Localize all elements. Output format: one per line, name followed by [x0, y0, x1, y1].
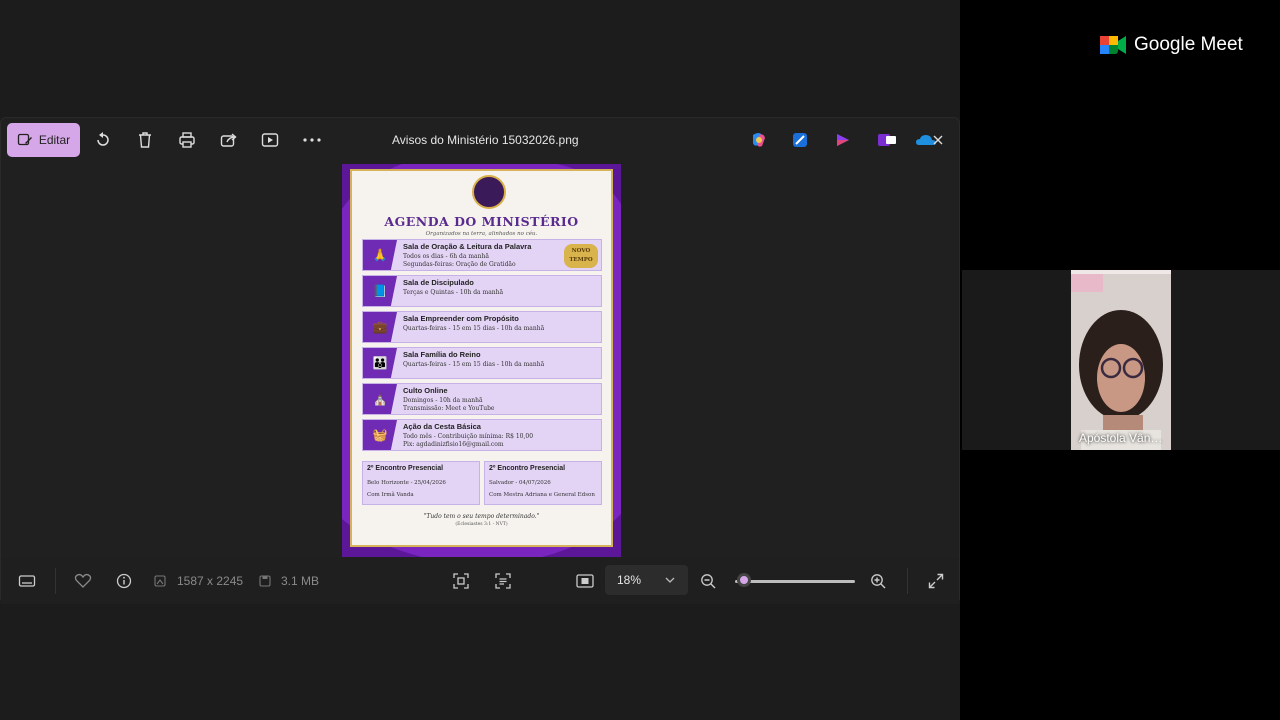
participant-name: Apóstola Vân… [1079, 431, 1163, 445]
agenda-row-title: Ação da Cesta Básica [403, 422, 481, 431]
agenda-row: 👪 Sala Família do Reino Quartas-feiras -… [362, 347, 602, 379]
agenda-row: 🧺 Ação da Cesta Básica Todo mês - Contri… [362, 419, 602, 451]
poster-quote-ref: (Eclesiastes 3:1 - NVT) [455, 522, 508, 527]
favorite-heart-icon[interactable] [74, 572, 92, 590]
google-meet-logo: Google Meet [1100, 34, 1243, 56]
poster-quote: "Tudo tem o seu tempo determinado." [423, 513, 540, 520]
agenda-row-line: Terças e Quintas - 10h da manhã [403, 289, 504, 296]
encontro-title: 2º Encontro Presencial [367, 465, 444, 472]
praying-hands-icon: 🙏 [363, 240, 397, 270]
rotate-icon[interactable] [93, 130, 113, 150]
zoom-slider-track[interactable] [735, 580, 855, 583]
chevron-down-icon [665, 577, 675, 583]
slideshow-icon[interactable] [260, 130, 280, 150]
delete-icon[interactable] [135, 130, 155, 150]
agenda-row-title: Sala de Discipulado [403, 278, 474, 287]
fullscreen-icon[interactable] [927, 572, 945, 590]
encontro-place: Belo Horizonte - 25/04/2026 [367, 480, 446, 486]
agenda-row-line: Quartas-feiras - 15 em 15 dias - 10h da … [403, 361, 545, 368]
agenda-row-line: Domingos - 10h da manhã [403, 397, 483, 404]
viewer-bottom-bar: 1587 x 2245 3.1 MB 18% [1, 558, 959, 604]
agenda-row-line: Quartas-feiras - 15 em 15 dias - 10h da … [403, 325, 545, 332]
agenda-row-line: Segundas-feiras: Oração de Gratidão [403, 261, 516, 268]
agenda-row: ⛪ Culto Online Domingos - 10h da manhã T… [362, 383, 602, 415]
file-size-icon [258, 572, 272, 590]
displayed-image: AGENDA DO MINISTÉRIO Organizados na terr… [342, 164, 621, 557]
scan-text-icon[interactable] [494, 572, 512, 590]
zoom-level-dropdown[interactable]: 18% [605, 565, 688, 595]
family-icon: 👪 [363, 348, 397, 378]
onenote-icon[interactable] [876, 131, 898, 149]
zoom-out-icon[interactable] [699, 572, 717, 590]
briefcase-icon: 💼 [363, 312, 397, 342]
encontro-card: 2º Encontro Presencial Salvador - 04/07/… [484, 461, 602, 505]
photos-viewer-window: Editar Avisos do Ministério 15032026.png [0, 117, 960, 604]
agenda-row: 🙏 Sala de Oração & Leitura da Palavra To… [362, 239, 602, 271]
agenda-row-line: Transmissão: Meet e YouTube [403, 405, 495, 412]
image-dimensions: 1587 x 2245 [177, 574, 244, 588]
print-icon[interactable] [177, 130, 197, 150]
agenda-row-title: Sala de Oração & Leitura da Palavra [403, 242, 532, 251]
novo-tempo-badge: NOVO TEMPO [564, 244, 598, 268]
encontro-card: 2º Encontro Presencial Belo Horizonte - … [362, 461, 480, 505]
poster-title: AGENDA DO MINISTÉRIO [384, 214, 579, 229]
separator [907, 568, 908, 594]
encontro-host: Com Irmã Vanda [367, 492, 414, 498]
edit-image-icon [17, 133, 32, 146]
basket-icon: 🧺 [363, 420, 397, 450]
encontro-host: Com Mestra Adriana e General Edson [489, 492, 595, 498]
participant-video [1071, 270, 1171, 450]
separator [55, 568, 56, 594]
filmstrip-icon[interactable] [18, 572, 36, 590]
copilot-icon[interactable] [750, 131, 768, 149]
zoom-slider-thumb[interactable] [736, 573, 751, 587]
actual-size-icon[interactable] [576, 572, 594, 590]
meet-brand-label: Google Meet [1134, 34, 1243, 55]
edit-label: Editar [38, 133, 71, 147]
google-meet-icon [1100, 36, 1126, 54]
agenda-row: 💼 Sala Empreender com Propósito Quartas-… [362, 311, 602, 343]
agenda-row-line: Todo mês - Contribuição mínima: R$ 10,00 [403, 433, 534, 440]
zoom-value: 18% [617, 573, 642, 587]
agenda-row-title: Sala Família do Reino [403, 350, 481, 359]
encontro-title: 2º Encontro Presencial [489, 465, 566, 472]
fit-to-window-icon[interactable] [452, 572, 470, 590]
church-icon: ⛪ [363, 384, 397, 414]
close-icon[interactable] [931, 131, 945, 149]
poster-body: AGENDA DO MINISTÉRIO Organizados na terr… [350, 169, 613, 547]
poster-subtitle: Organizados na terra, alinhados no céu. [425, 231, 538, 237]
ministry-seal-icon [472, 175, 506, 209]
more-options-icon[interactable] [302, 130, 322, 150]
clipchamp-icon[interactable] [834, 131, 852, 149]
edit-button[interactable]: Editar [7, 123, 80, 157]
book-icon: 📘 [363, 276, 397, 306]
file-name-title: Avisos do Ministério 15032026.png [392, 133, 579, 147]
file-size: 3.1 MB [281, 574, 320, 588]
agenda-row: 📘 Sala de Discipulado Terças e Quintas -… [362, 275, 602, 307]
info-icon[interactable] [115, 572, 133, 590]
agenda-row-title: Culto Online [403, 386, 448, 395]
zoom-in-icon[interactable] [869, 572, 887, 590]
encontro-place: Salvador - 04/07/2026 [489, 480, 551, 486]
share-icon[interactable] [219, 130, 239, 150]
designer-icon[interactable] [791, 131, 809, 149]
image-size-icon [153, 572, 167, 590]
agenda-row-line: Todos os dias - 6h da manhã [403, 253, 489, 260]
agenda-row-title: Sala Empreender com Propósito [403, 314, 519, 323]
viewer-toolbar: Editar Avisos do Ministério 15032026.png [1, 118, 959, 162]
agenda-row-line: Pix: agdadinizfisio16@gmail.com [403, 441, 504, 448]
